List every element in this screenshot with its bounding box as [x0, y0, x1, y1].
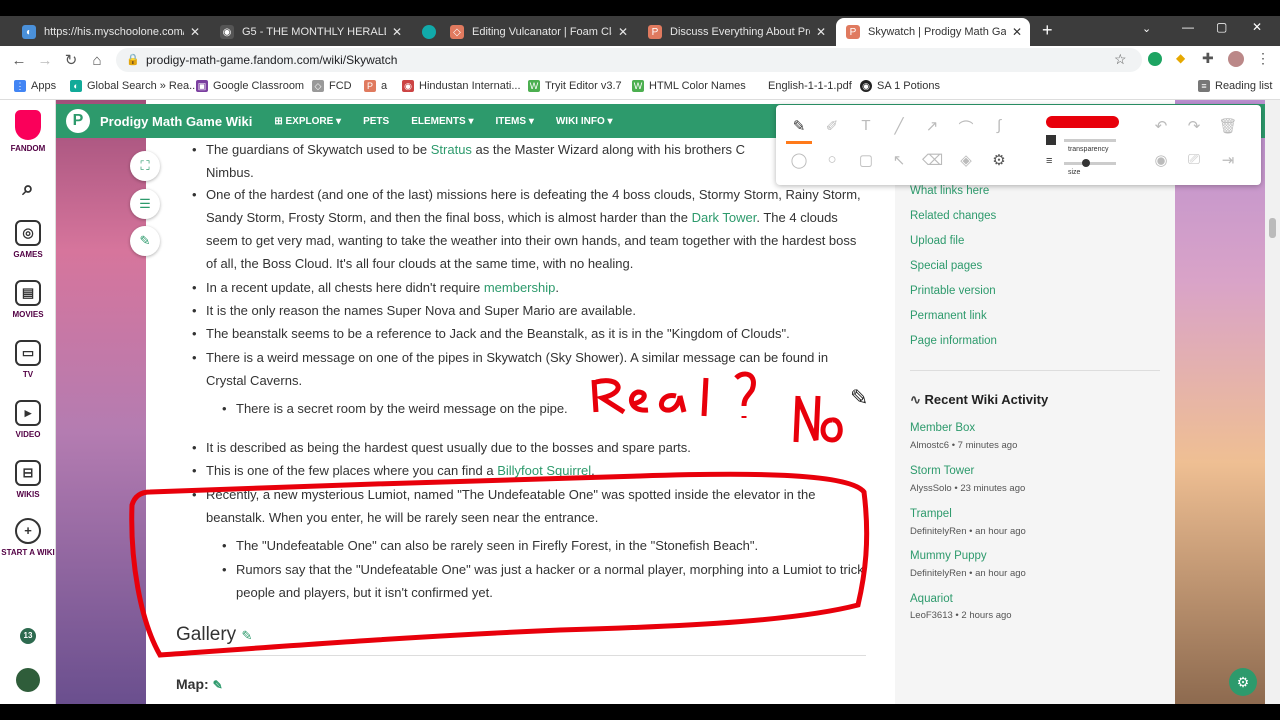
- handwriting-R: [591, 378, 626, 415]
- annotation-layer: ✎: [129, 371, 870, 658]
- bottom-strip: [0, 704, 1280, 720]
- wrench-button[interactable]: ⚙: [1229, 668, 1257, 696]
- handwriting-l: [701, 377, 709, 417]
- handwriting-a: [659, 393, 687, 413]
- handwriting-e: [629, 389, 649, 413]
- handwriting-o: [820, 417, 843, 443]
- handwriting-N: [793, 395, 821, 443]
- handwriting-question: [734, 371, 756, 418]
- scrollbar[interactable]: [1265, 100, 1280, 704]
- scrollbar-thumb[interactable]: [1269, 218, 1276, 238]
- pencil-cursor-icon: ✎: [850, 386, 868, 411]
- red-freehand-box: [129, 471, 870, 658]
